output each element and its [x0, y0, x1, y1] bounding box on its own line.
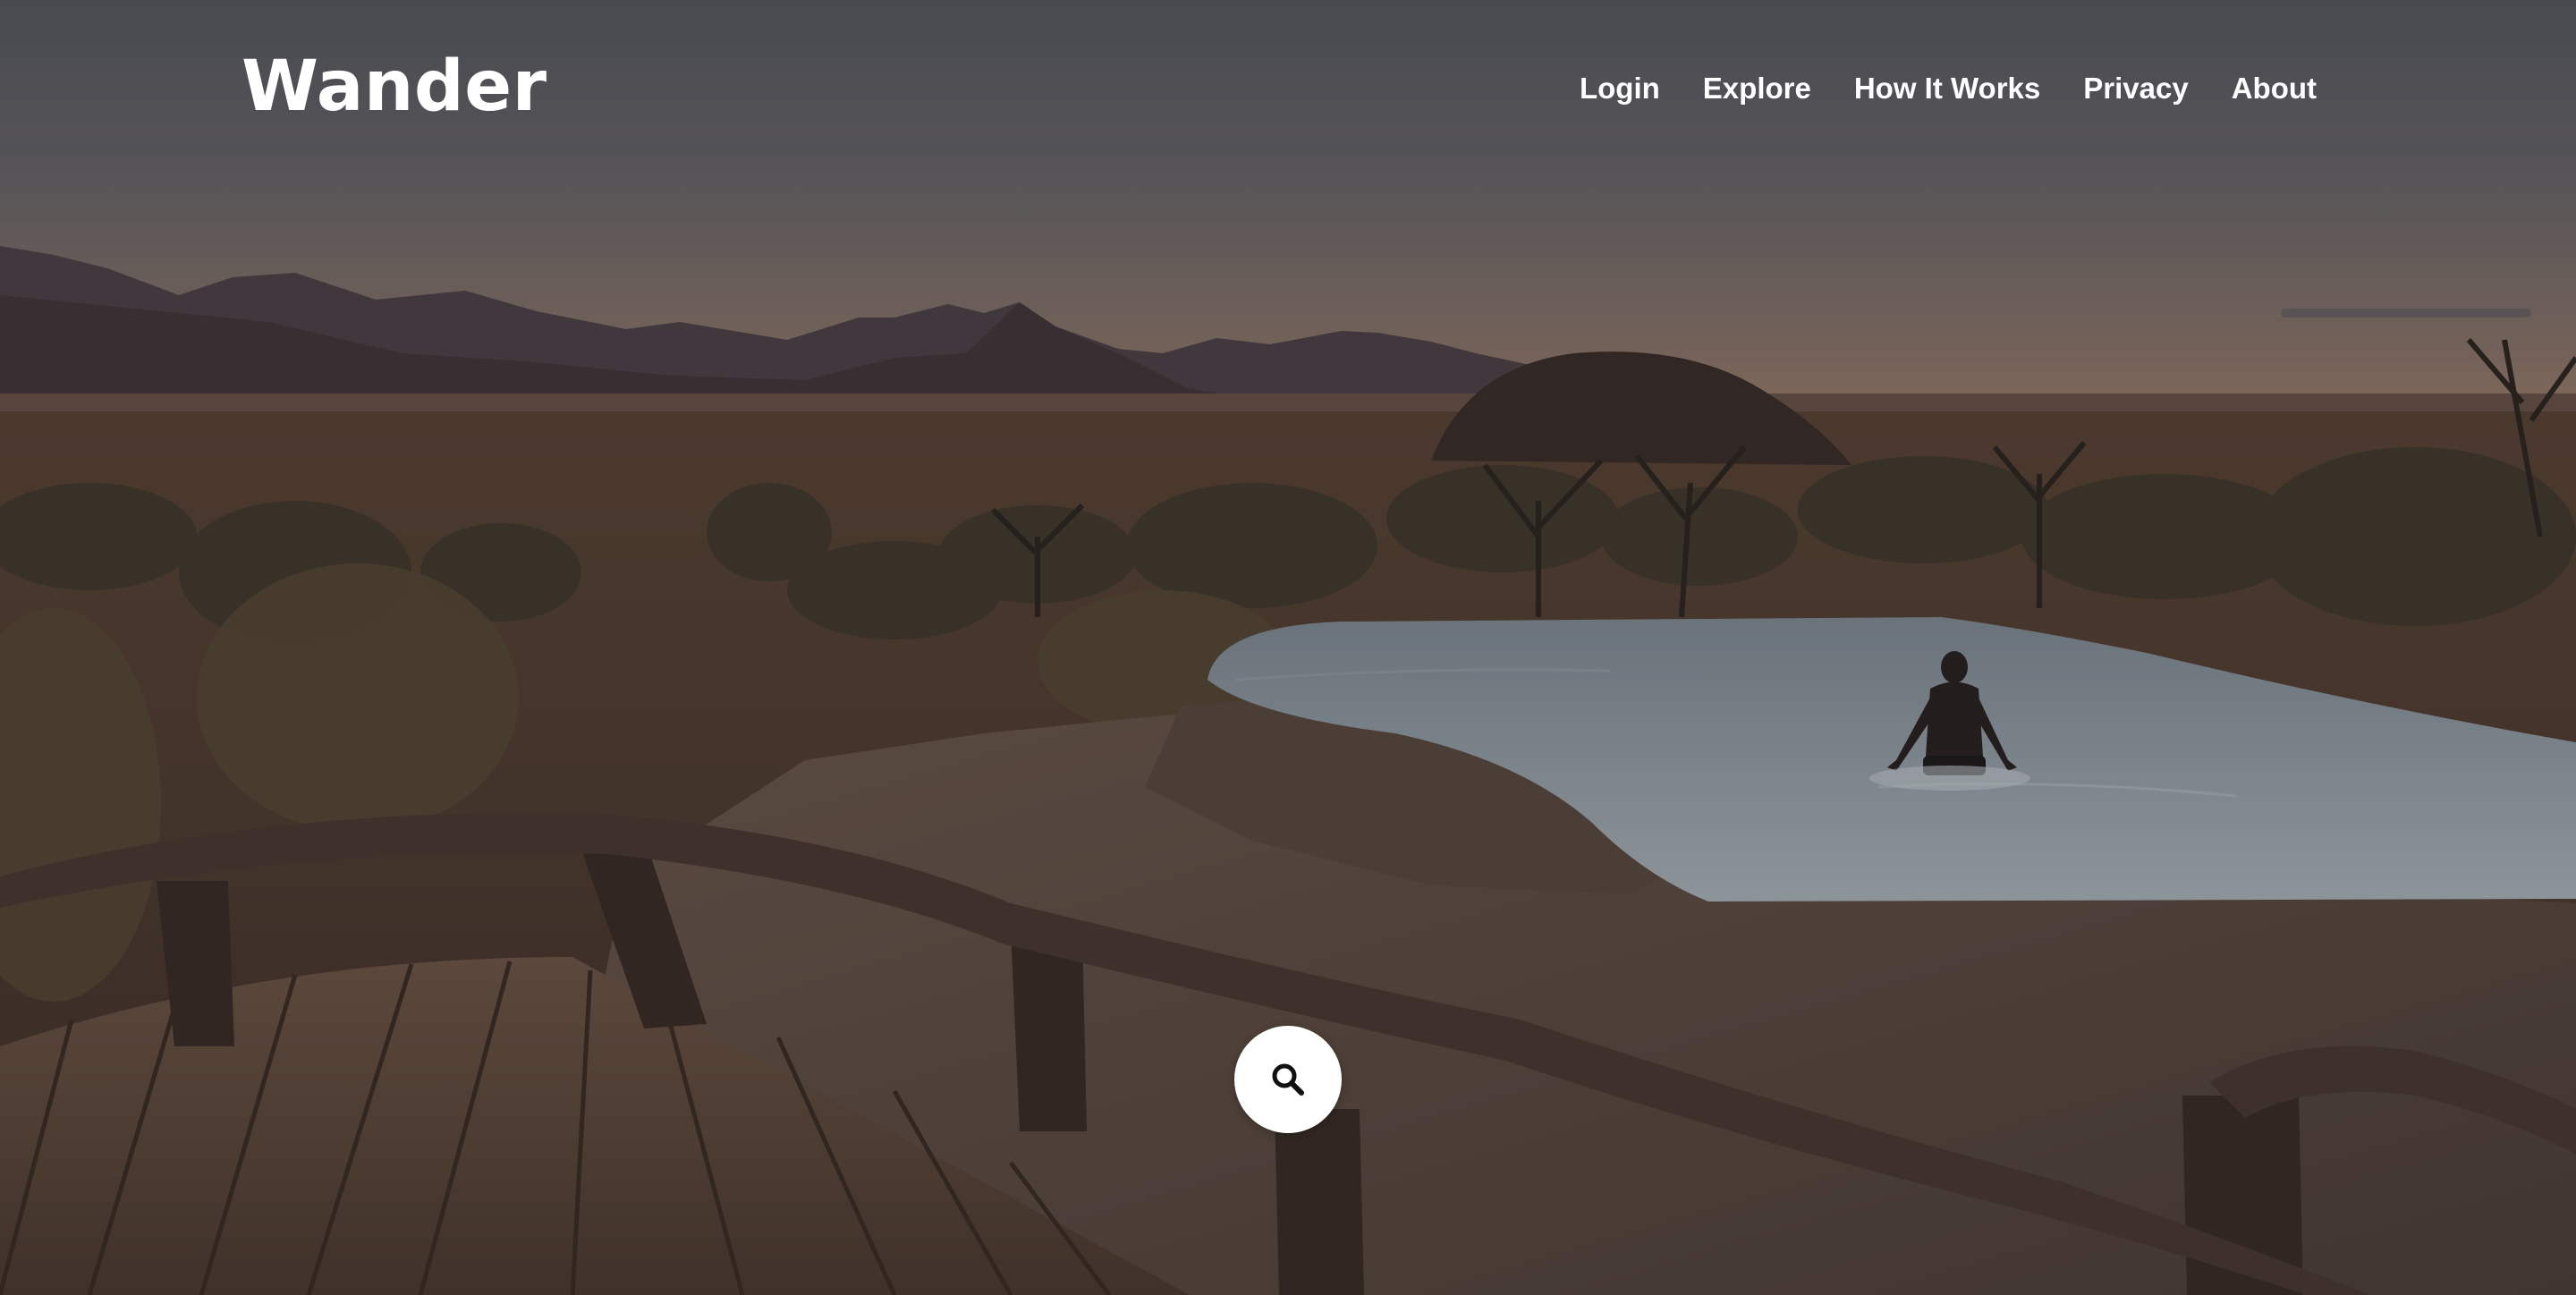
- nav-how-it-works[interactable]: How It Works: [1854, 73, 2040, 103]
- main-nav: Login Explore How It Works Privacy About: [1580, 73, 2317, 103]
- site-header: Wander Login Explore How It Works Privac…: [0, 0, 2576, 188]
- search-icon: [1272, 1063, 1304, 1096]
- nav-explore[interactable]: Explore: [1703, 73, 1811, 103]
- nav-login[interactable]: Login: [1580, 73, 1660, 103]
- nav-about[interactable]: About: [2232, 73, 2317, 103]
- hero-section: Wander Login Explore How It Works Privac…: [0, 0, 2576, 1295]
- nav-privacy[interactable]: Privacy: [2083, 73, 2188, 103]
- brand-logo[interactable]: Wander: [242, 52, 547, 122]
- search-button[interactable]: [1234, 1026, 1342, 1133]
